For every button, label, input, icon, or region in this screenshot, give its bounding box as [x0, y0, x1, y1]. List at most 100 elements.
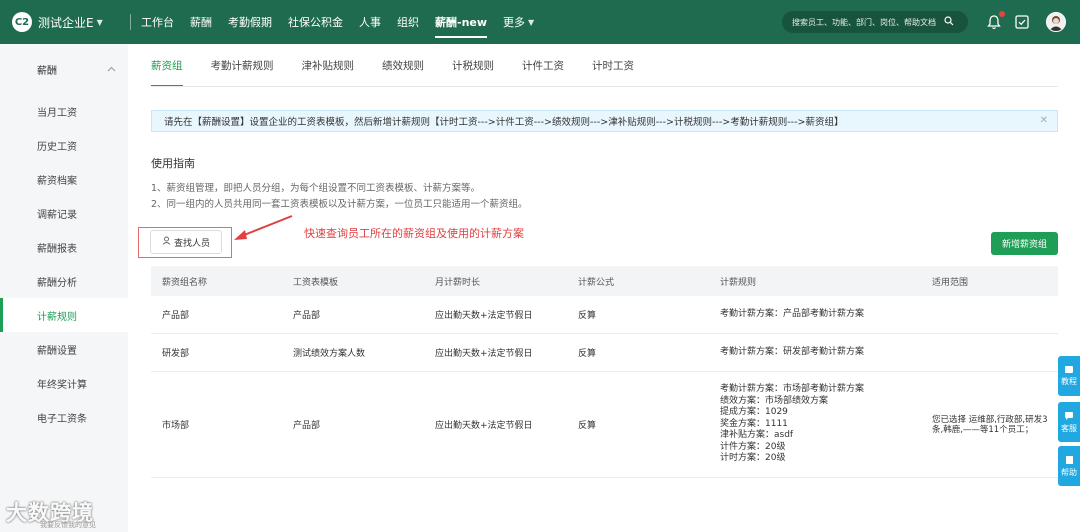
col-header-formula: 计薪公式	[578, 277, 615, 288]
cell-formula: 反算	[578, 311, 597, 321]
cell-rules: 考勤计薪方案：研发部考勤计薪方案	[720, 347, 932, 359]
add-salary-group-button[interactable]: 新增薪资组	[991, 232, 1058, 255]
tutorial-label: 教程	[1061, 377, 1077, 386]
rule-line: 考勤计薪方案：市场部考勤计薪方案	[720, 384, 865, 395]
sidebar: 薪酬 当月工资 历史工资 薪资档案 调薪记录 薪酬报表 薪酬分析 计薪规则 薪酬…	[0, 44, 128, 532]
rule-line: 计时方案：20级	[720, 453, 786, 464]
cell-template: 产品部	[293, 421, 321, 431]
tab-tax-rules[interactable]: 计税规则	[452, 44, 494, 87]
col-header-template: 工资表模板	[293, 277, 339, 288]
tab-allowance-rules[interactable]: 津补贴规则	[302, 44, 355, 87]
rule-line: 考勤计薪方案：产品部考勤计薪方案	[720, 308, 865, 319]
rule-line: 提成方案：1029	[720, 407, 788, 418]
tab-attendance-rules[interactable]: 考勤计薪规则	[211, 44, 274, 87]
col-header-name: 薪资组名称	[162, 277, 208, 288]
sidebar-item-salary-archive[interactable]: 薪资档案	[0, 162, 128, 196]
col-header-duration: 月计薪时长	[435, 277, 481, 288]
sidebar-section-label: 薪酬	[37, 65, 57, 77]
cell-rules: 考勤计薪方案：市场部考勤计薪方案 绩效方案：市场部绩效方案 提成方案：1029 …	[720, 384, 932, 465]
table-row[interactable]: 研发部 测试绩效方案人数 应出勤天数+法定节假日 反算 考勤计薪方案：研发部考勤…	[151, 334, 1058, 372]
tutorial-button[interactable]: 教程	[1058, 356, 1080, 396]
setup-notice: 请先在【薪酬设置】设置企业的工资表模板，然后新增计薪规则【计时工资--->计件工…	[151, 110, 1058, 132]
tab-performance-rules[interactable]: 绩效规则	[382, 44, 424, 87]
search-icon[interactable]	[944, 15, 954, 29]
col-header-rules: 计薪规则	[720, 277, 757, 288]
support-button[interactable]: 客服	[1058, 402, 1080, 442]
divider	[151, 86, 1058, 87]
find-person-button[interactable]: 查找人员	[150, 230, 222, 254]
sidebar-item-bonus-calc[interactable]: 年终奖计算	[0, 366, 128, 400]
main-nav: 工作台 薪酬 考勤假期 社保公积金 人事 组织 薪酬-new 更多 ▼	[141, 0, 550, 44]
cell-duration: 应出勤天数+法定节假日	[435, 349, 533, 359]
company-name: 测试企业E	[38, 15, 94, 30]
nav-attendance[interactable]: 考勤假期	[228, 0, 272, 44]
avatar[interactable]	[1046, 12, 1066, 32]
cell-rules: 考勤计薪方案：产品部考勤计薪方案	[720, 309, 932, 321]
annotation-arrow-icon	[234, 215, 293, 240]
cell-duration: 应出勤天数+法定节假日	[435, 421, 533, 431]
cell-template: 测试绩效方案人数	[293, 349, 366, 359]
tab-piece-wage[interactable]: 计件工资	[522, 44, 564, 87]
sidebar-item-salary-analysis[interactable]: 薪酬分析	[0, 264, 128, 298]
top-navbar: C2 测试企业E ▼ 工作台 薪酬 考勤假期 社保公积金 人事 组织 薪酬-ne…	[0, 0, 1080, 44]
sidebar-item-adjust-records[interactable]: 调薪记录	[0, 196, 128, 230]
nav-social-security[interactable]: 社保公积金	[288, 0, 343, 44]
chevron-down-icon: ▼	[96, 17, 103, 27]
sidebar-item-e-payslip[interactable]: 电子工资条	[0, 400, 128, 434]
table-header: 薪资组名称 工资表模板 月计薪时长 计薪公式 计薪规则 适用范围	[151, 266, 1058, 296]
help-label: 帮助	[1061, 467, 1077, 477]
support-label: 客服	[1061, 423, 1077, 433]
guide-line-2: 2、同一组内的人员共用同一套工资表模板以及计薪方案，一位员工只能适用一个薪资组。	[151, 199, 528, 210]
divider	[130, 14, 131, 30]
tab-salary-group[interactable]: 薪资组	[151, 44, 183, 87]
salary-group-table: 薪资组名称 工资表模板 月计薪时长 计薪公式 计薪规则 适用范围 产品部 产品部…	[151, 266, 1058, 478]
cell-name: 研发部	[162, 349, 190, 359]
nav-more-label: 更多	[503, 16, 526, 29]
rule-line: 奖金方案：1111	[720, 418, 788, 429]
rule-line: 绩效方案：市场部绩效方案	[720, 395, 829, 406]
rule-tabs: 薪资组 考勤计薪规则 津补贴规则 绩效规则 计税规则 计件工资 计时工资	[151, 44, 662, 87]
search-input[interactable]	[792, 17, 942, 27]
cell-formula: 反算	[578, 349, 597, 359]
sidebar-item-salary-settings[interactable]: 薪酬设置	[0, 332, 128, 366]
guide-title: 使用指南	[151, 157, 195, 170]
user-icon	[162, 236, 171, 248]
close-icon[interactable]: ✕	[1040, 115, 1048, 126]
rule-line: 计件方案：20级	[720, 441, 786, 452]
cell-formula: 反算	[578, 421, 597, 431]
sidebar-item-history-salary[interactable]: 历史工资	[0, 128, 128, 162]
chevron-up-icon	[107, 64, 116, 75]
find-person-label: 查找人员	[173, 238, 210, 249]
tab-hourly-wage[interactable]: 计时工资	[592, 44, 634, 87]
help-button[interactable]: 帮助	[1058, 446, 1080, 486]
sidebar-section-salary[interactable]: 薪酬	[0, 44, 128, 94]
feedback-link[interactable]: 我要反馈我的意见	[40, 520, 96, 530]
nav-hr[interactable]: 人事	[359, 0, 381, 44]
nav-workbench[interactable]: 工作台	[141, 0, 174, 44]
logo-icon: C2	[12, 12, 32, 32]
cell-duration: 应出勤天数+法定节假日	[435, 311, 533, 321]
col-header-scope: 适用范围	[932, 277, 969, 288]
nav-more[interactable]: 更多 ▼	[503, 0, 534, 44]
rule-line: 考勤计薪方案：研发部考勤计薪方案	[720, 346, 865, 357]
nav-salary[interactable]: 薪酬	[190, 0, 212, 44]
book-icon	[1064, 365, 1074, 376]
cell-name: 产品部	[162, 311, 190, 321]
table-row[interactable]: 产品部 产品部 应出勤天数+法定节假日 反算 考勤计薪方案：产品部考勤计薪方案	[151, 296, 1058, 334]
nav-salary-new[interactable]: 薪酬-new	[435, 0, 488, 44]
company-switcher[interactable]: C2 测试企业E ▼	[12, 12, 122, 32]
global-search[interactable]	[782, 11, 968, 33]
table-row[interactable]: 市场部 产品部 应出勤天数+法定节假日 反算 考勤计薪方案：市场部考勤计薪方案 …	[151, 372, 1058, 478]
guide-line-1: 1、薪资组管理，即把人员分组，为每个组设置不同工资表模板、计薪方案等。	[151, 183, 481, 194]
sidebar-item-pay-rules[interactable]: 计薪规则	[0, 298, 128, 332]
rule-line: 津补贴方案：asdf	[720, 430, 794, 441]
nav-organization[interactable]: 组织	[397, 0, 419, 44]
cell-name: 市场部	[162, 421, 190, 431]
chevron-down-icon: ▼	[528, 17, 535, 27]
todo-icon[interactable]	[1012, 12, 1032, 32]
bell-icon[interactable]	[984, 11, 1005, 32]
sidebar-item-salary-report[interactable]: 薪酬报表	[0, 230, 128, 264]
sidebar-item-current-salary[interactable]: 当月工资	[0, 94, 128, 128]
cell-template: 产品部	[293, 311, 321, 321]
notice-text: 请先在【薪酬设置】设置企业的工资表模板，然后新增计薪规则【计时工资--->计件工…	[164, 117, 844, 128]
